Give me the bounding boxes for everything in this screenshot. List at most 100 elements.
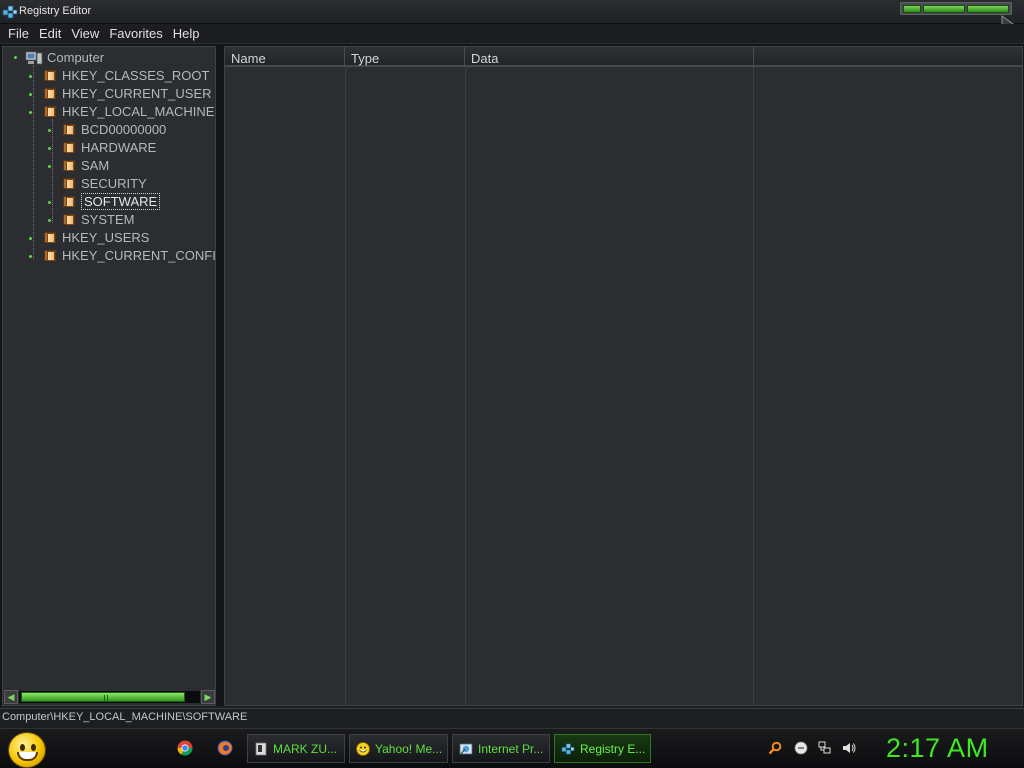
registry-editor-icon	[561, 742, 575, 755]
expand-toggle[interactable]	[48, 129, 51, 132]
tree-item-label: SECURITY	[81, 176, 147, 191]
expand-toggle[interactable]	[48, 165, 51, 168]
tree-item-sam[interactable]: SAM	[62, 157, 109, 174]
folder-icon	[43, 69, 57, 82]
internet-properties-icon	[459, 743, 473, 754]
tree-item-bcd00000000[interactable]: BCD00000000	[62, 121, 166, 138]
taskbar-button-label: Registry E...	[580, 741, 646, 756]
title-bar[interactable]: Registry Editor	[0, 0, 1024, 36]
window-title: Registry Editor	[19, 5, 92, 17]
menu-edit[interactable]: Edit	[34, 25, 66, 43]
yahoo-messenger-icon	[356, 741, 370, 756]
volume-icon[interactable]	[842, 741, 856, 755]
chrome-icon[interactable]	[177, 740, 193, 756]
menu-favorites[interactable]: Favorites	[104, 25, 167, 43]
tree-item-label: SAM	[81, 158, 110, 173]
tree-item-label: BCD00000000	[81, 122, 167, 137]
menu-help[interactable]: Help	[168, 25, 205, 43]
tree-item-label: HKEY_USERS	[62, 230, 150, 245]
tree-item-system[interactable]: SYSTEM	[62, 211, 134, 228]
taskbar-button-internet-properties[interactable]: Internet Pr...	[452, 734, 550, 763]
status-path: Computer\HKEY_LOCAL_MACHINE\SOFTWARE	[2, 711, 248, 723]
tree-item-hkey-local-machine[interactable]: HKEY_LOCAL_MACHINE	[43, 103, 214, 120]
taskbar-button-label: Internet Pr...	[478, 741, 544, 756]
column-header-name[interactable]: Name	[225, 47, 345, 67]
tree-horizontal-scrollbar[interactable]: ◀ ▶	[4, 690, 215, 704]
expand-toggle[interactable]	[48, 201, 51, 204]
tree-item-label: SOFTWARE	[81, 193, 161, 210]
folder-icon	[43, 249, 57, 262]
scroll-left-button[interactable]: ◀	[4, 690, 18, 704]
folder-icon	[62, 159, 76, 172]
tree-connector	[33, 65, 34, 259]
tree-item-hkey-classes-root[interactable]: HKEY_CLASSES_ROOT	[43, 67, 209, 84]
search-icon[interactable]	[768, 741, 782, 755]
tree-connector	[52, 119, 53, 223]
tree-item-security[interactable]: SECURITY	[62, 175, 147, 192]
expand-toggle[interactable]	[29, 75, 32, 78]
messenger-icon[interactable]	[794, 741, 808, 755]
folder-icon	[62, 195, 76, 208]
tree-item-hardware[interactable]: HARDWARE	[62, 139, 156, 156]
collapse-toggle[interactable]	[29, 111, 32, 114]
tree-item-software[interactable]: SOFTWARE	[62, 193, 161, 210]
taskbar-button-mark-zu[interactable]: MARK ZU...	[247, 734, 345, 763]
folder-icon	[62, 141, 76, 154]
column-header-empty	[754, 47, 1022, 67]
tree-item-label: HKEY_CURRENT_USER	[62, 86, 212, 101]
taskbar-button-registry-editor[interactable]: Registry E...	[554, 734, 651, 763]
tree-item-label: HARDWARE	[81, 140, 157, 155]
network-icon[interactable]	[818, 741, 832, 755]
computer-icon	[25, 51, 43, 64]
firefox-icon[interactable]	[217, 740, 233, 756]
scroll-right-button[interactable]: ▶	[201, 690, 215, 704]
tree-item-label: HKEY_CURRENT_CONFI	[62, 248, 216, 263]
status-bar: Computer\HKEY_LOCAL_MACHINE\SOFTWARE	[0, 708, 1024, 728]
folder-icon	[62, 123, 76, 136]
main-area: Computer HKEY_CLASSES_ROOT HKEY_CURRENT_…	[0, 44, 1024, 706]
values-list-pane[interactable]: Name Type Data	[224, 46, 1023, 706]
expand-toggle[interactable]	[48, 147, 51, 150]
list-header: Name Type Data	[225, 47, 1022, 67]
expand-toggle[interactable]	[48, 219, 51, 222]
expand-toggle[interactable]	[29, 93, 32, 96]
maximize-button[interactable]	[923, 5, 965, 13]
key-tree-pane[interactable]: Computer HKEY_CLASSES_ROOT HKEY_CURRENT_…	[2, 46, 216, 706]
document-icon	[255, 742, 267, 755]
folder-icon	[43, 105, 57, 118]
column-divider	[345, 67, 346, 705]
tree-item-computer[interactable]: Computer	[25, 49, 104, 66]
taskbar: MARK ZU... Yahoo! Me... Internet Pr... R…	[0, 728, 1024, 768]
expand-toggle[interactable]	[29, 237, 32, 240]
folder-icon	[43, 231, 57, 244]
tree-item-label: HKEY_LOCAL_MACHINE	[62, 104, 215, 119]
scroll-track[interactable]	[19, 691, 200, 703]
folder-icon	[62, 177, 76, 190]
taskbar-clock[interactable]: 2:17 AM	[886, 733, 989, 764]
minimize-button[interactable]	[903, 5, 921, 13]
taskbar-button-label: MARK ZU...	[273, 741, 338, 756]
tree-item-hkey-current-user[interactable]: HKEY_CURRENT_USER	[43, 85, 212, 102]
scroll-thumb[interactable]	[21, 692, 185, 702]
column-divider	[753, 67, 754, 705]
column-header-data[interactable]: Data	[465, 47, 754, 67]
menu-file[interactable]: File	[3, 25, 34, 43]
tree-item-label: SYSTEM	[81, 212, 135, 227]
expand-toggle[interactable]	[14, 56, 17, 59]
folder-icon	[62, 213, 76, 226]
close-button[interactable]	[967, 5, 1009, 13]
taskbar-button-label: Yahoo! Me...	[375, 741, 443, 756]
registry-editor-icon	[2, 5, 18, 19]
smiley-start-icon[interactable]	[8, 732, 46, 768]
window-controls	[900, 2, 1012, 15]
menu-view[interactable]: View	[66, 25, 104, 43]
tree-item-label: HKEY_CLASSES_ROOT	[62, 68, 210, 83]
column-divider	[465, 67, 466, 705]
menu-bar: File Edit View Favorites Help	[0, 24, 1024, 44]
tree-item-hkey-users[interactable]: HKEY_USERS	[43, 229, 149, 246]
tree-item-hkey-current-config[interactable]: HKEY_CURRENT_CONFI	[43, 247, 216, 264]
column-header-type[interactable]: Type	[345, 47, 465, 67]
expand-toggle[interactable]	[29, 255, 32, 258]
folder-icon	[43, 87, 57, 100]
taskbar-button-yahoo-messenger[interactable]: Yahoo! Me...	[349, 734, 448, 763]
